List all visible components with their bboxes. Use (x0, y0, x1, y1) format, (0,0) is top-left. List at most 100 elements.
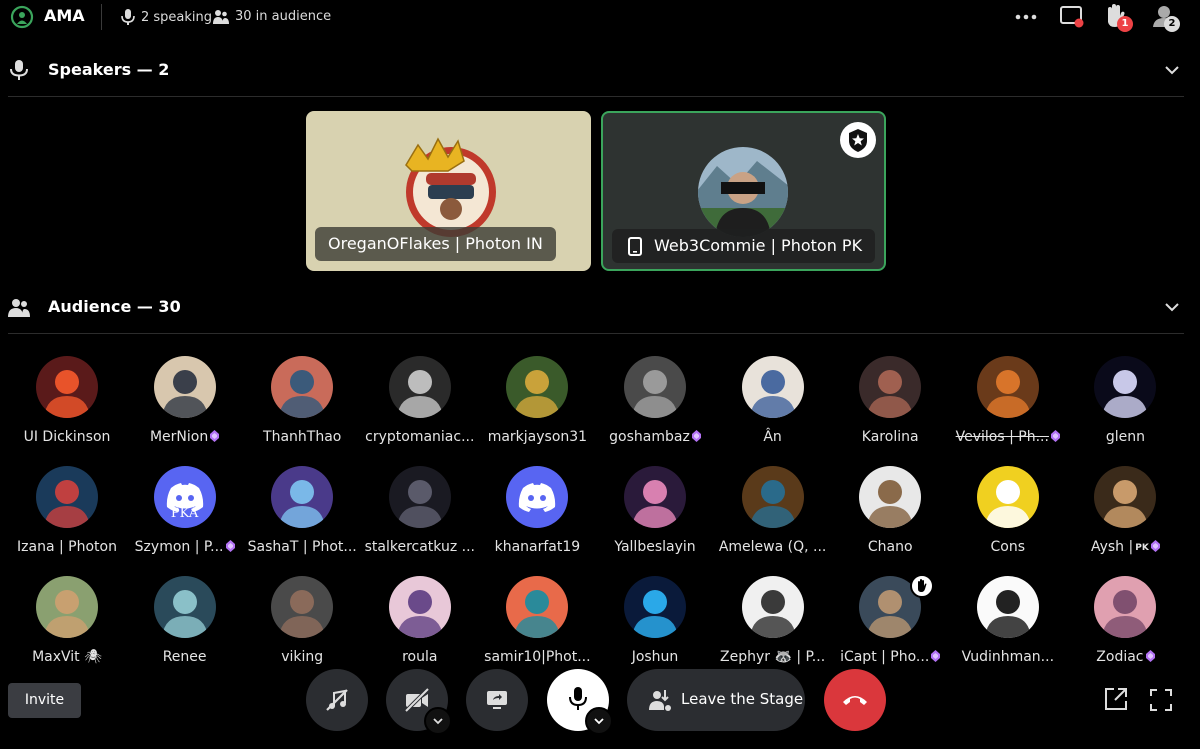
avatar (859, 356, 922, 418)
speaker-avatar (405, 137, 496, 237)
audience-member[interactable]: MerNion (126, 356, 244, 466)
avatar (976, 356, 1039, 418)
speakers-header[interactable]: Speakers — 2 (0, 48, 1200, 92)
audience-member[interactable]: goshambaz (596, 356, 714, 466)
people-icon (213, 10, 229, 24)
audience-count: 30 in audience (213, 9, 331, 24)
leave-stage-icon (649, 690, 671, 711)
microphone-button[interactable] (547, 669, 613, 735)
microphone-icon (10, 60, 28, 80)
audience-name-text: ThanhThao (263, 429, 342, 445)
audience-name: Yallbeslayin (596, 539, 714, 555)
participants-button[interactable]: 2 (1152, 3, 1186, 33)
audience-name: Vevilos | Ph... (949, 429, 1067, 445)
camera-options-button[interactable] (424, 707, 452, 735)
popout-icon[interactable] (1103, 686, 1129, 712)
audience-name-text: Zodiac (1096, 649, 1144, 665)
audience-name-text: iCapt | Pho... (840, 649, 930, 665)
speaker-name-badge: Web3Commie | Photon PK (612, 229, 876, 263)
audience-member[interactable]: glenn (1066, 356, 1184, 466)
audience-member[interactable]: PKA Szymon | P... (126, 466, 244, 576)
speaking-count: 2 speaking (121, 9, 212, 25)
avatar (976, 576, 1039, 638)
server-tag: PK (1135, 543, 1149, 553)
camera-off-icon (404, 688, 430, 712)
hang-up-button[interactable] (824, 669, 886, 731)
microphone-icon (569, 687, 587, 710)
audience-member[interactable]: SashaT | Phot... (243, 466, 361, 576)
avatar (1094, 466, 1157, 528)
nitro-gem-icon (691, 430, 701, 442)
avatar (976, 466, 1039, 528)
audience-member[interactable]: khanarfat19 (478, 466, 596, 576)
audience-member[interactable]: Zodiac (1066, 576, 1184, 686)
audience-member[interactable]: Karolina (831, 356, 949, 466)
audience-member[interactable]: Renee (126, 576, 244, 686)
audience-name-text: Izana | Photon (17, 539, 117, 555)
avatar (36, 466, 98, 528)
moderator-icon (840, 122, 876, 158)
avatar (506, 466, 569, 528)
share-screen-button[interactable] (466, 669, 528, 731)
audience-name: Vudinhman... (949, 649, 1067, 665)
audience-name-text: roula (402, 649, 438, 665)
avatar (859, 466, 922, 528)
nitro-gem-icon (1050, 430, 1060, 442)
audience-name-text: MaxVit 🕷 (32, 649, 102, 665)
audience-name: Amelewa (Q, ... (714, 539, 832, 555)
avatar (624, 576, 686, 638)
audience-member[interactable]: Yallbeslayin (596, 466, 714, 576)
mobile-icon (628, 237, 642, 256)
avatar (153, 356, 216, 418)
audience-member[interactable]: Vudinhman... (949, 576, 1067, 686)
nitro-gem-icon (1145, 650, 1155, 662)
audience-member[interactable]: Izana | Photon (8, 466, 126, 576)
audience-name: Ân (714, 429, 832, 445)
audience-member[interactable]: Chano (831, 466, 949, 576)
audience-name: Chano (831, 539, 949, 555)
audience-member[interactable]: Amelewa (Q, ... (714, 466, 832, 576)
avatar (388, 576, 451, 638)
speaker-tile[interactable]: OreganOFlakes | Photon IN (306, 111, 591, 271)
avatar-text: PKA (170, 506, 199, 521)
audience-member[interactable]: UI Dickinson (8, 356, 126, 466)
audience-name: samir10|Phot... (478, 649, 596, 665)
avatar (506, 356, 569, 418)
audience-name: stalkercatkuz ... (361, 539, 479, 555)
chevron-down-icon[interactable] (1164, 62, 1180, 78)
sound-toggle-button[interactable] (306, 669, 368, 731)
top-bar: AMA 2 speaking 30 in audience 1 2 (0, 0, 1200, 34)
audience-name-text: Renee (162, 649, 207, 665)
avatar: PKA (153, 466, 216, 528)
audience-member[interactable]: MaxVit 🕷 (8, 576, 126, 686)
audience-header[interactable]: Audience — 30 (0, 285, 1200, 329)
raise-hand-button[interactable]: 1 (1103, 3, 1135, 33)
audience-member[interactable]: ThanhThao (243, 356, 361, 466)
audience-member[interactable]: stalkercatkuz ... (361, 466, 479, 576)
audience-member[interactable]: Aysh | PK (1066, 466, 1184, 576)
microphone-options-button[interactable] (585, 707, 613, 735)
audience-member[interactable]: markjayson31 (478, 356, 596, 466)
screen-share-icon[interactable] (1059, 4, 1085, 30)
audience-name-text: Szymon | P... (134, 539, 224, 555)
audience-member[interactable]: cryptomaniac... (361, 356, 479, 466)
audience-member[interactable]: Cons (949, 466, 1067, 576)
audience-name-text: SashaT | Phot... (247, 539, 357, 555)
chevron-down-icon[interactable] (1164, 299, 1180, 315)
audience-name: SashaT | Phot... (243, 539, 361, 555)
leave-stage-button[interactable]: Leave the Stage (627, 669, 805, 731)
audience-name: Karolina (831, 429, 949, 445)
fullscreen-icon[interactable] (1149, 688, 1173, 712)
more-icon[interactable] (1013, 4, 1039, 30)
audience-divider (8, 333, 1184, 334)
speakers-divider (8, 96, 1184, 97)
audience-member[interactable]: Vevilos | Ph... (949, 356, 1067, 466)
speaker-tile[interactable]: Web3Commie | Photon PK (601, 111, 886, 271)
camera-toggle-button[interactable] (386, 669, 452, 735)
audience-name-text: cryptomaniac... (365, 429, 475, 445)
audience-name: Aysh | PK (1066, 539, 1184, 555)
invite-button[interactable]: Invite (8, 683, 81, 718)
audience-name: Izana | Photon (8, 539, 126, 555)
audience-member[interactable]: Ân (714, 356, 832, 466)
speaker-name: Web3Commie | Photon PK (654, 236, 863, 255)
